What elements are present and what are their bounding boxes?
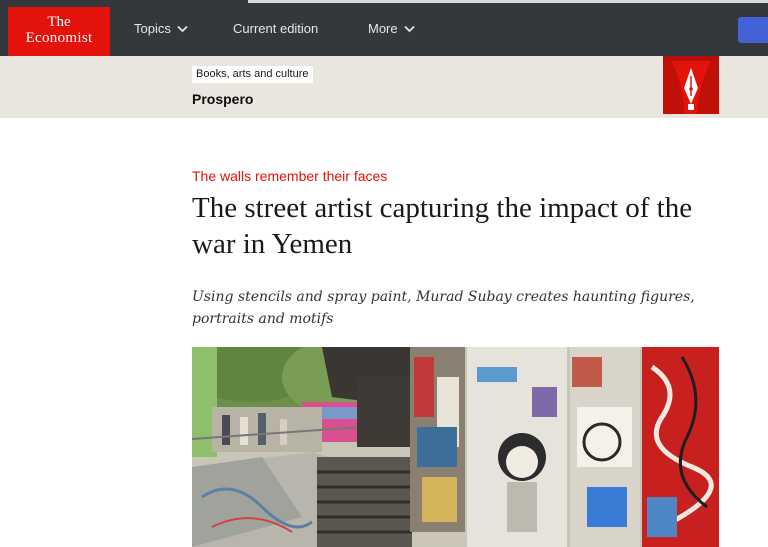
nav-topics[interactable]: Topics [134,21,188,37]
article-headline: The street artist capturing the impact o… [192,192,693,260]
nav-current-edition-label: Current edition [233,21,319,36]
article-hero-image [192,347,719,547]
logo-line-2: Economist [25,30,93,46]
economist-logo[interactable]: The Economist [8,7,110,56]
article-standfirst: Using stencils and spray paint, Murad Su… [192,289,695,327]
section-label[interactable]: Books, arts and culture [192,66,313,83]
chevron-down-icon [177,21,188,37]
subscribe-button[interactable] [738,17,768,43]
logo-line-1: The [47,14,71,30]
nav-more[interactable]: More [368,21,415,37]
prospero-pen-curtain-icon [663,56,719,114]
article-rubric: The walls remember their faces [192,168,388,184]
top-divider [248,0,768,3]
chevron-down-icon [403,21,415,37]
section-band [0,56,768,118]
section-title[interactable]: Prospero [192,91,253,107]
nav-topics-label: Topics [134,21,171,36]
nav-current-edition[interactable]: Current edition [233,21,318,37]
nav-more-label: More [368,21,398,36]
